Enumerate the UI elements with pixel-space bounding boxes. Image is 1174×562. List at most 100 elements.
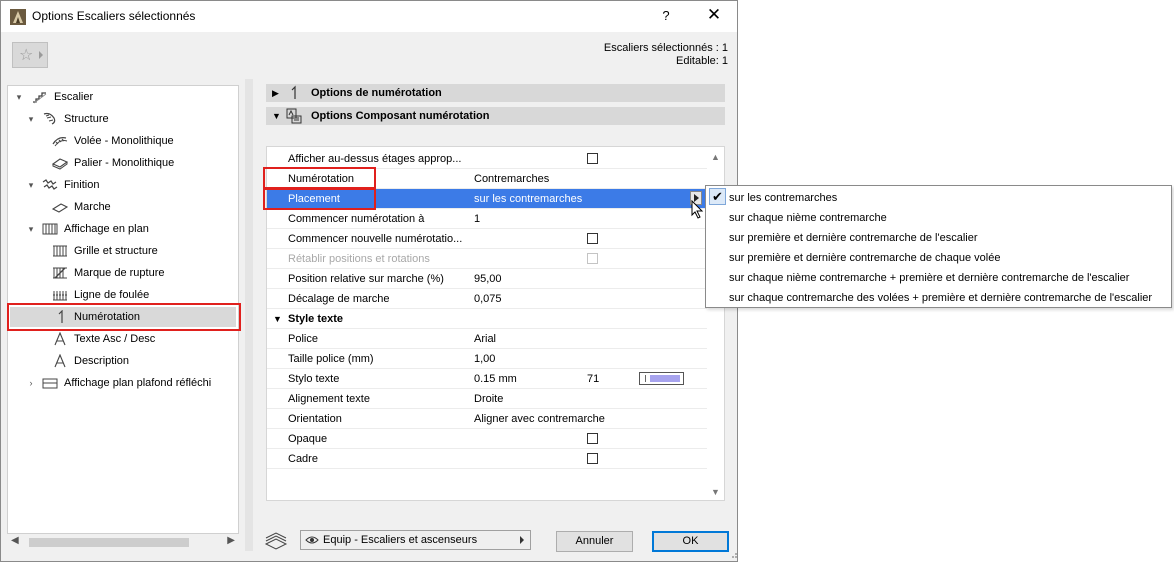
tree-item-label: Affichage en plan <box>64 223 149 235</box>
mouse-cursor-icon <box>691 200 704 219</box>
menu-item[interactable]: sur première et dernière contremarche de… <box>729 228 978 248</box>
prop-label: Opaque <box>288 433 328 445</box>
close-button[interactable]: ✕ <box>701 5 727 25</box>
scroll-down-icon[interactable]: ▼ <box>711 487 720 497</box>
favorites-stack-icon[interactable] <box>264 532 288 550</box>
help-button[interactable]: ? <box>656 8 676 23</box>
prop-label: Stylo texte <box>288 373 340 385</box>
scroll-left-icon[interactable]: ◀ <box>11 535 19 546</box>
section-component-options[interactable]: ▼ Options Composant numérotation <box>266 107 725 125</box>
arrow-right-icon <box>520 536 524 544</box>
window-title: Options Escaliers sélectionnés <box>32 9 196 23</box>
prop-row-police[interactable]: Police Arial <box>267 329 707 349</box>
prop-row-orientation[interactable]: Orientation Aligner avec contremarche <box>267 409 707 429</box>
opaque-checkbox[interactable] <box>587 433 598 444</box>
checkmark-icon: ✔ <box>709 188 726 205</box>
menu-item[interactable]: sur les contremarches <box>729 188 837 208</box>
prop-row-cadre[interactable]: Cadre <box>267 449 707 469</box>
prop-row-decalage[interactable]: Décalage de marche 0,075 <box>267 289 707 309</box>
collapse-icon[interactable]: ▾ <box>26 175 36 195</box>
group-label: Style texte <box>288 313 344 325</box>
editable-count: Editable: 1 <box>676 55 728 67</box>
plan-display-icon <box>42 223 58 235</box>
tree-item-label: Finition <box>64 179 100 191</box>
section-numbering-options[interactable]: ▶ Options de numérotation <box>266 84 725 102</box>
prop-value[interactable]: Arial <box>474 329 496 349</box>
prop-group-style-texte[interactable]: ▼ Style texte <box>267 309 707 329</box>
menu-item[interactable]: sur chaque nième contremarche <box>729 208 887 228</box>
grid-icon <box>53 245 67 257</box>
tree-item-label: Texte Asc / Desc <box>74 333 156 345</box>
ok-button[interactable]: OK <box>652 531 729 552</box>
eye-icon <box>305 536 319 544</box>
afficher-checkbox[interactable] <box>587 153 598 164</box>
prop-value[interactable]: 1 <box>474 209 480 229</box>
nouvelle-checkbox[interactable] <box>587 233 598 244</box>
scroll-up-icon[interactable]: ▲ <box>711 152 720 162</box>
prop-row-alignement[interactable]: Alignement texte Droite <box>267 389 707 409</box>
favorites-button[interactable]: ☆ <box>12 42 48 68</box>
prop-row-position[interactable]: Position relative sur marche (%) 95,00 <box>267 269 707 289</box>
section-title: Options Composant numérotation <box>311 110 490 122</box>
tree-item-label: Structure <box>64 113 109 125</box>
archicad-app-icon <box>10 9 26 25</box>
prop-value[interactable]: Contremarches <box>474 169 549 189</box>
pen-color-bar <box>650 375 680 382</box>
expand-icon[interactable]: › <box>26 373 36 393</box>
resize-grip-icon[interactable] <box>729 550 738 559</box>
prop-value[interactable]: Aligner avec contremarche <box>474 409 605 429</box>
collapse-icon[interactable]: ▾ <box>26 219 36 239</box>
menu-item[interactable]: sur première et dernière contremarche de… <box>729 248 1000 268</box>
cancel-button[interactable]: Annuler <box>556 531 633 552</box>
prop-row-retablir: Rétablir positions et rotations <box>267 249 707 269</box>
prop-label: Cadre <box>288 453 318 465</box>
collapse-icon[interactable]: ▾ <box>26 109 36 129</box>
prop-value[interactable]: 0,075 <box>474 289 502 309</box>
tree-horizontal-scrollbar[interactable]: ◀ ▶ <box>7 534 239 551</box>
prop-value[interactable]: sur les contremarches <box>474 189 582 209</box>
expand-icon[interactable]: ▶ <box>272 84 279 102</box>
retablir-checkbox <box>587 253 598 264</box>
landing-icon <box>52 158 68 170</box>
prop-row-afficher[interactable]: Afficher au-dessus étages approp... <box>267 149 707 169</box>
selected-count: Escaliers sélectionnés : 1 <box>603 42 728 54</box>
scrollbar-thumb[interactable] <box>29 538 189 547</box>
panel-splitter[interactable] <box>245 79 253 551</box>
prop-value[interactable]: 0.15 mm <box>474 369 517 389</box>
prop-label: Rétablir positions et rotations <box>288 253 430 265</box>
break-mark-icon <box>53 267 67 279</box>
walking-line-icon <box>53 291 67 301</box>
layer-name: Equip - Escaliers et ascenseurs <box>323 534 478 546</box>
menu-item[interactable]: sur chaque contremarche des volées + pre… <box>729 288 1152 308</box>
prop-row-commencer[interactable]: Commencer numérotation à 1 <box>267 209 707 229</box>
prop-value[interactable]: Droite <box>474 389 503 409</box>
scroll-right-icon[interactable]: ▶ <box>227 535 235 546</box>
prop-row-nouvelle[interactable]: Commencer nouvelle numérotatio... <box>267 229 707 249</box>
collapse-icon[interactable]: ▼ <box>273 309 282 329</box>
stair-icon <box>33 92 47 104</box>
tree-item-label: Ligne de foulée <box>74 289 150 301</box>
prop-label: Décalage de marche <box>288 293 390 305</box>
highlight-box-numerotation <box>263 167 376 189</box>
prop-row-stylo[interactable]: Stylo texte 0.15 mm 71 <box>267 369 707 389</box>
prop-row-opaque[interactable]: Opaque <box>267 429 707 449</box>
prop-row-taille[interactable]: Taille police (mm) 1,00 <box>267 349 707 369</box>
collapse-icon[interactable]: ▼ <box>272 107 281 125</box>
menu-item[interactable]: sur chaque nième contremarche + première… <box>729 268 1129 288</box>
prop-label: Orientation <box>288 413 342 425</box>
layer-selector[interactable]: Equip - Escaliers et ascenseurs <box>300 530 531 550</box>
tree-item-label: Palier - Monolithique <box>74 157 175 169</box>
prop-value[interactable]: 1,00 <box>474 349 495 369</box>
pen-index[interactable]: 71 <box>587 369 599 389</box>
prop-label: Position relative sur marche (%) <box>288 273 444 285</box>
pen-tick <box>645 375 646 382</box>
pen-swatch[interactable] <box>639 372 684 385</box>
prop-label: Alignement texte <box>288 393 370 405</box>
cadre-checkbox[interactable] <box>587 453 598 464</box>
prop-value[interactable]: 95,00 <box>474 269 502 289</box>
structure-icon <box>43 112 56 125</box>
collapse-icon[interactable]: ▾ <box>14 87 24 107</box>
prop-label: Taille police (mm) <box>288 353 374 365</box>
text-a-icon <box>54 354 66 368</box>
arrow-right-icon <box>39 51 43 59</box>
